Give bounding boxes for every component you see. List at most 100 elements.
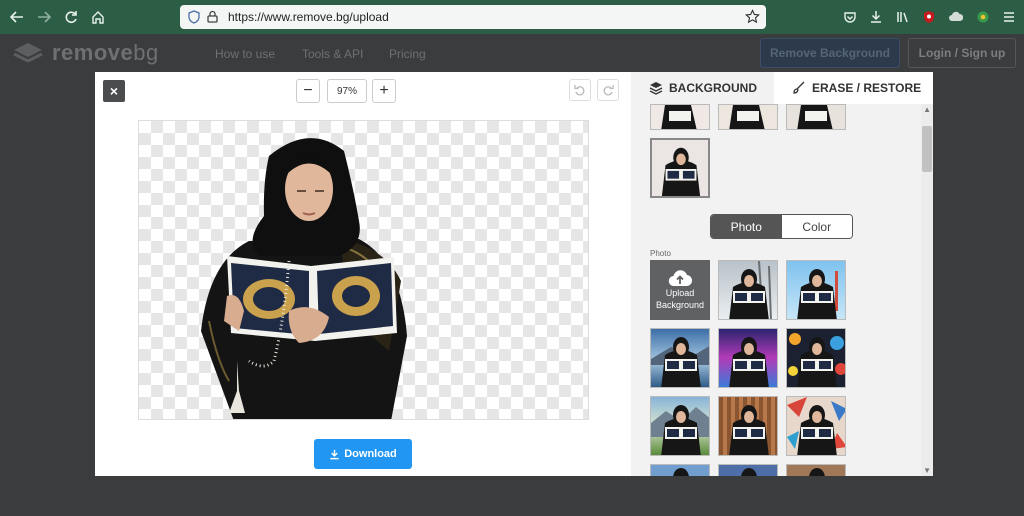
nav-tools-api[interactable]: Tools & API [302,47,363,61]
thumbnail-image [729,105,765,129]
bg-photo-thumbnail[interactable] [786,328,846,388]
arrow-left-icon [10,11,23,23]
bg-photo-thumbnail[interactable] [786,260,846,320]
bg-photo-thumbnail[interactable] [786,464,846,476]
thumbnail-image [797,105,833,129]
scroll-down-icon[interactable]: ▼ [923,466,931,475]
lock-icon [207,10,218,23]
nav-pricing[interactable]: Pricing [389,47,426,61]
tab-erase-restore-label: ERASE / RESTORE [812,81,922,95]
logo-main-text: remove [52,40,134,65]
extension-button-2[interactable] [973,7,993,27]
nav-how-to-use[interactable]: How to use [215,47,275,61]
bookmark-star-icon[interactable] [745,9,760,24]
editor-modal: × − 97% + Download BACKGROUND ERASE / RE… [95,72,933,476]
hamburger-icon [1004,12,1014,22]
upload-background-button[interactable]: Upload Background [650,260,710,320]
thumbnail-image [729,337,769,387]
thumbnail-image [787,397,845,455]
tab-background-label: BACKGROUND [669,81,757,95]
layers-icon [649,82,663,95]
bg-photo-thumbnail[interactable] [718,260,778,320]
thumbnail-image [673,468,689,476]
photo-color-toggle: Photo Color [710,214,853,239]
cloud-icon [949,11,963,21]
thumbnail-image [729,405,769,455]
login-signup-button[interactable]: Login / Sign up [908,38,1016,68]
browser-toolbar: https://www.remove.bg/upload [0,0,1024,34]
arrow-right-icon [38,11,51,23]
thumbnail-image [651,405,709,455]
close-button[interactable]: × [103,80,125,102]
library-button[interactable] [893,7,913,27]
pocket-icon [844,12,856,23]
bg-photo-thumbnail[interactable] [786,396,846,456]
thumbnail-image [729,261,772,319]
back-button[interactable] [4,4,30,30]
tab-background[interactable]: BACKGROUND [631,72,774,104]
library-icon [897,12,908,23]
cloud-upload-icon [668,270,692,287]
bg-thumbnail-selected[interactable] [650,138,710,198]
scrollbar-thumb[interactable] [922,126,932,172]
menu-button[interactable] [999,7,1019,27]
reload-button[interactable] [58,4,84,30]
bg-photo-thumbnail[interactable] [718,328,778,388]
download-arrow-icon [871,11,881,23]
redo-button[interactable] [597,79,619,101]
bg-thumbnail[interactable] [786,104,846,130]
ublock-extension[interactable] [919,7,939,27]
thumbnail-image [661,147,701,196]
brush-icon [793,81,805,94]
extension-button[interactable] [946,7,966,27]
logo-icon [13,43,43,63]
tab-erase-restore[interactable]: ERASE / RESTORE [774,72,933,104]
download-icon [330,449,339,459]
thumbnail-image [788,333,845,387]
reload-icon [65,11,77,23]
toggle-color[interactable]: Color [781,215,852,238]
scroll-up-icon[interactable]: ▲ [923,105,931,114]
section-label-photo: Photo [650,249,671,258]
bg-photo-thumbnail[interactable] [650,396,710,456]
downloads-button[interactable] [866,7,886,27]
redo-icon [603,85,614,96]
thumbnail-image [809,468,825,476]
bg-photo-thumbnail[interactable] [718,464,778,476]
toggle-photo[interactable]: Photo [711,215,782,238]
globe-extension-icon [977,11,989,23]
remove-background-button[interactable]: Remove Background [760,38,900,68]
bg-photo-thumbnail[interactable] [650,328,710,388]
panel-scrollbar[interactable]: ▲ ▼ [921,104,933,476]
download-label: Download [344,448,397,460]
thumbnail-image [797,269,838,319]
address-bar[interactable]: https://www.remove.bg/upload [180,5,766,29]
download-button[interactable]: Download [314,439,412,469]
bg-thumbnail[interactable] [650,104,710,130]
options-panel: BACKGROUND ERASE / RESTORE Photo Color P… [631,72,933,476]
thumbnail-image [741,468,757,476]
pocket-button[interactable] [840,7,860,27]
shield-icon [188,10,200,24]
zoom-out-button[interactable]: − [296,79,320,103]
image-canvas[interactable] [138,120,589,420]
subject-cutout-image [201,138,407,419]
site-header: removebg How to use Tools & API Pricing … [0,34,1024,72]
bg-photo-thumbnail[interactable] [718,396,778,456]
url-text: https://www.remove.bg/upload [228,10,389,24]
logo-wordmark[interactable]: removebg [52,40,159,66]
thumbnail-image [661,105,697,129]
zoom-level: 97% [327,79,367,103]
thumbnail-image [651,337,709,387]
undo-icon [574,85,585,96]
upload-label-line2: Background [655,300,705,310]
zoom-in-button[interactable]: + [372,79,396,103]
upload-label-line1: Upload [665,288,695,298]
ublock-icon [924,11,934,23]
bg-photo-thumbnail[interactable] [650,464,710,476]
undo-button[interactable] [569,79,591,101]
home-button[interactable] [85,4,111,30]
bg-thumbnail[interactable] [718,104,778,130]
home-icon [92,11,104,24]
forward-button[interactable] [31,4,57,30]
